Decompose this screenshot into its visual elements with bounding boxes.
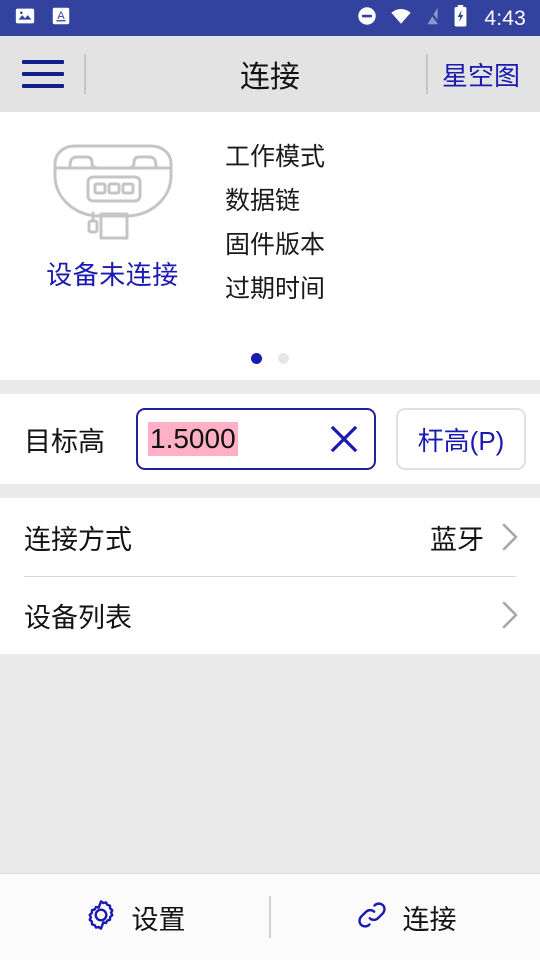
target-height-value: 1.5000 [148, 421, 238, 457]
chevron-right-icon [500, 599, 520, 631]
carousel-pager [0, 353, 540, 364]
list-item-connection-method[interactable]: 连接方式 蓝牙 [0, 498, 540, 576]
hamburger-line [22, 60, 64, 64]
svg-text:A: A [57, 9, 65, 21]
device-info-row: 固件版本 [225, 231, 326, 259]
list-item-label: 连接方式 [24, 524, 132, 555]
app-header: 连接 星空图 [0, 36, 540, 112]
settings-button[interactable]: 设置 [0, 874, 269, 960]
status-bar: A 4:43 [0, 0, 540, 36]
hamburger-menu-icon[interactable] [22, 60, 64, 88]
do-not-disturb-icon [356, 5, 378, 32]
close-x-icon[interactable] [326, 421, 362, 457]
target-height-label: 目标高 [24, 426, 105, 457]
gear-icon [84, 898, 118, 937]
connect-label: 连接 [402, 904, 457, 935]
header-divider-right [425, 54, 428, 94]
device-info-list: 工作模式 数据链 固件版本 过期时间 [225, 112, 540, 380]
settings-label: 设置 [131, 904, 186, 935]
section-gap [0, 484, 540, 498]
empty-area [0, 654, 540, 874]
hamburger-line [22, 72, 64, 76]
list-item-value: 蓝牙 [430, 524, 484, 555]
list-item-device-list[interactable]: 设备列表 [0, 576, 540, 654]
status-bar-system-icons: 4:43 [356, 4, 526, 33]
sky-plot-link[interactable]: 星空图 [442, 56, 520, 93]
device-info-row: 数据链 [225, 187, 301, 215]
app-screen: A 4:43 连接 星空图 设备未连接 工作模式 数据链 固件版本 过期时间 目… [0, 0, 540, 960]
header-divider-left [84, 54, 86, 94]
device-info-row: 工作模式 [225, 143, 326, 171]
hamburger-line [22, 84, 64, 88]
pole-height-button[interactable]: 杆高(P) [396, 408, 526, 470]
wifi-icon [389, 5, 413, 32]
device-info-row: 过期时间 [225, 275, 326, 303]
device-connection-status: 设备未连接 [46, 260, 179, 290]
battery-charging-icon [453, 4, 468, 33]
pager-dot-active[interactable] [251, 353, 262, 364]
connect-button[interactable]: 连接 [271, 874, 540, 960]
gnss-receiver-icon [33, 134, 193, 251]
signal-off-icon [424, 5, 442, 32]
link-chain-icon [355, 898, 389, 937]
target-height-row: 目标高 1.5000 杆高(P) [0, 394, 540, 484]
section-gap [0, 380, 540, 394]
status-bar-notifications: A [14, 5, 72, 32]
pager-dot[interactable] [278, 353, 289, 364]
settings-list: 连接方式 蓝牙 设备列表 [0, 498, 540, 654]
screenshot-icon: A [50, 5, 72, 32]
list-item-label: 设备列表 [24, 602, 132, 633]
image-icon [14, 5, 36, 32]
target-height-input[interactable]: 1.5000 [136, 408, 376, 470]
header-right-group: 星空图 [425, 54, 540, 94]
bottom-toolbar: 设置 连接 [0, 874, 540, 960]
clock-time: 4:43 [484, 6, 526, 30]
chevron-right-icon [500, 521, 520, 553]
device-card: 设备未连接 工作模式 数据链 固件版本 过期时间 [0, 112, 540, 380]
device-summary: 设备未连接 [0, 112, 225, 380]
